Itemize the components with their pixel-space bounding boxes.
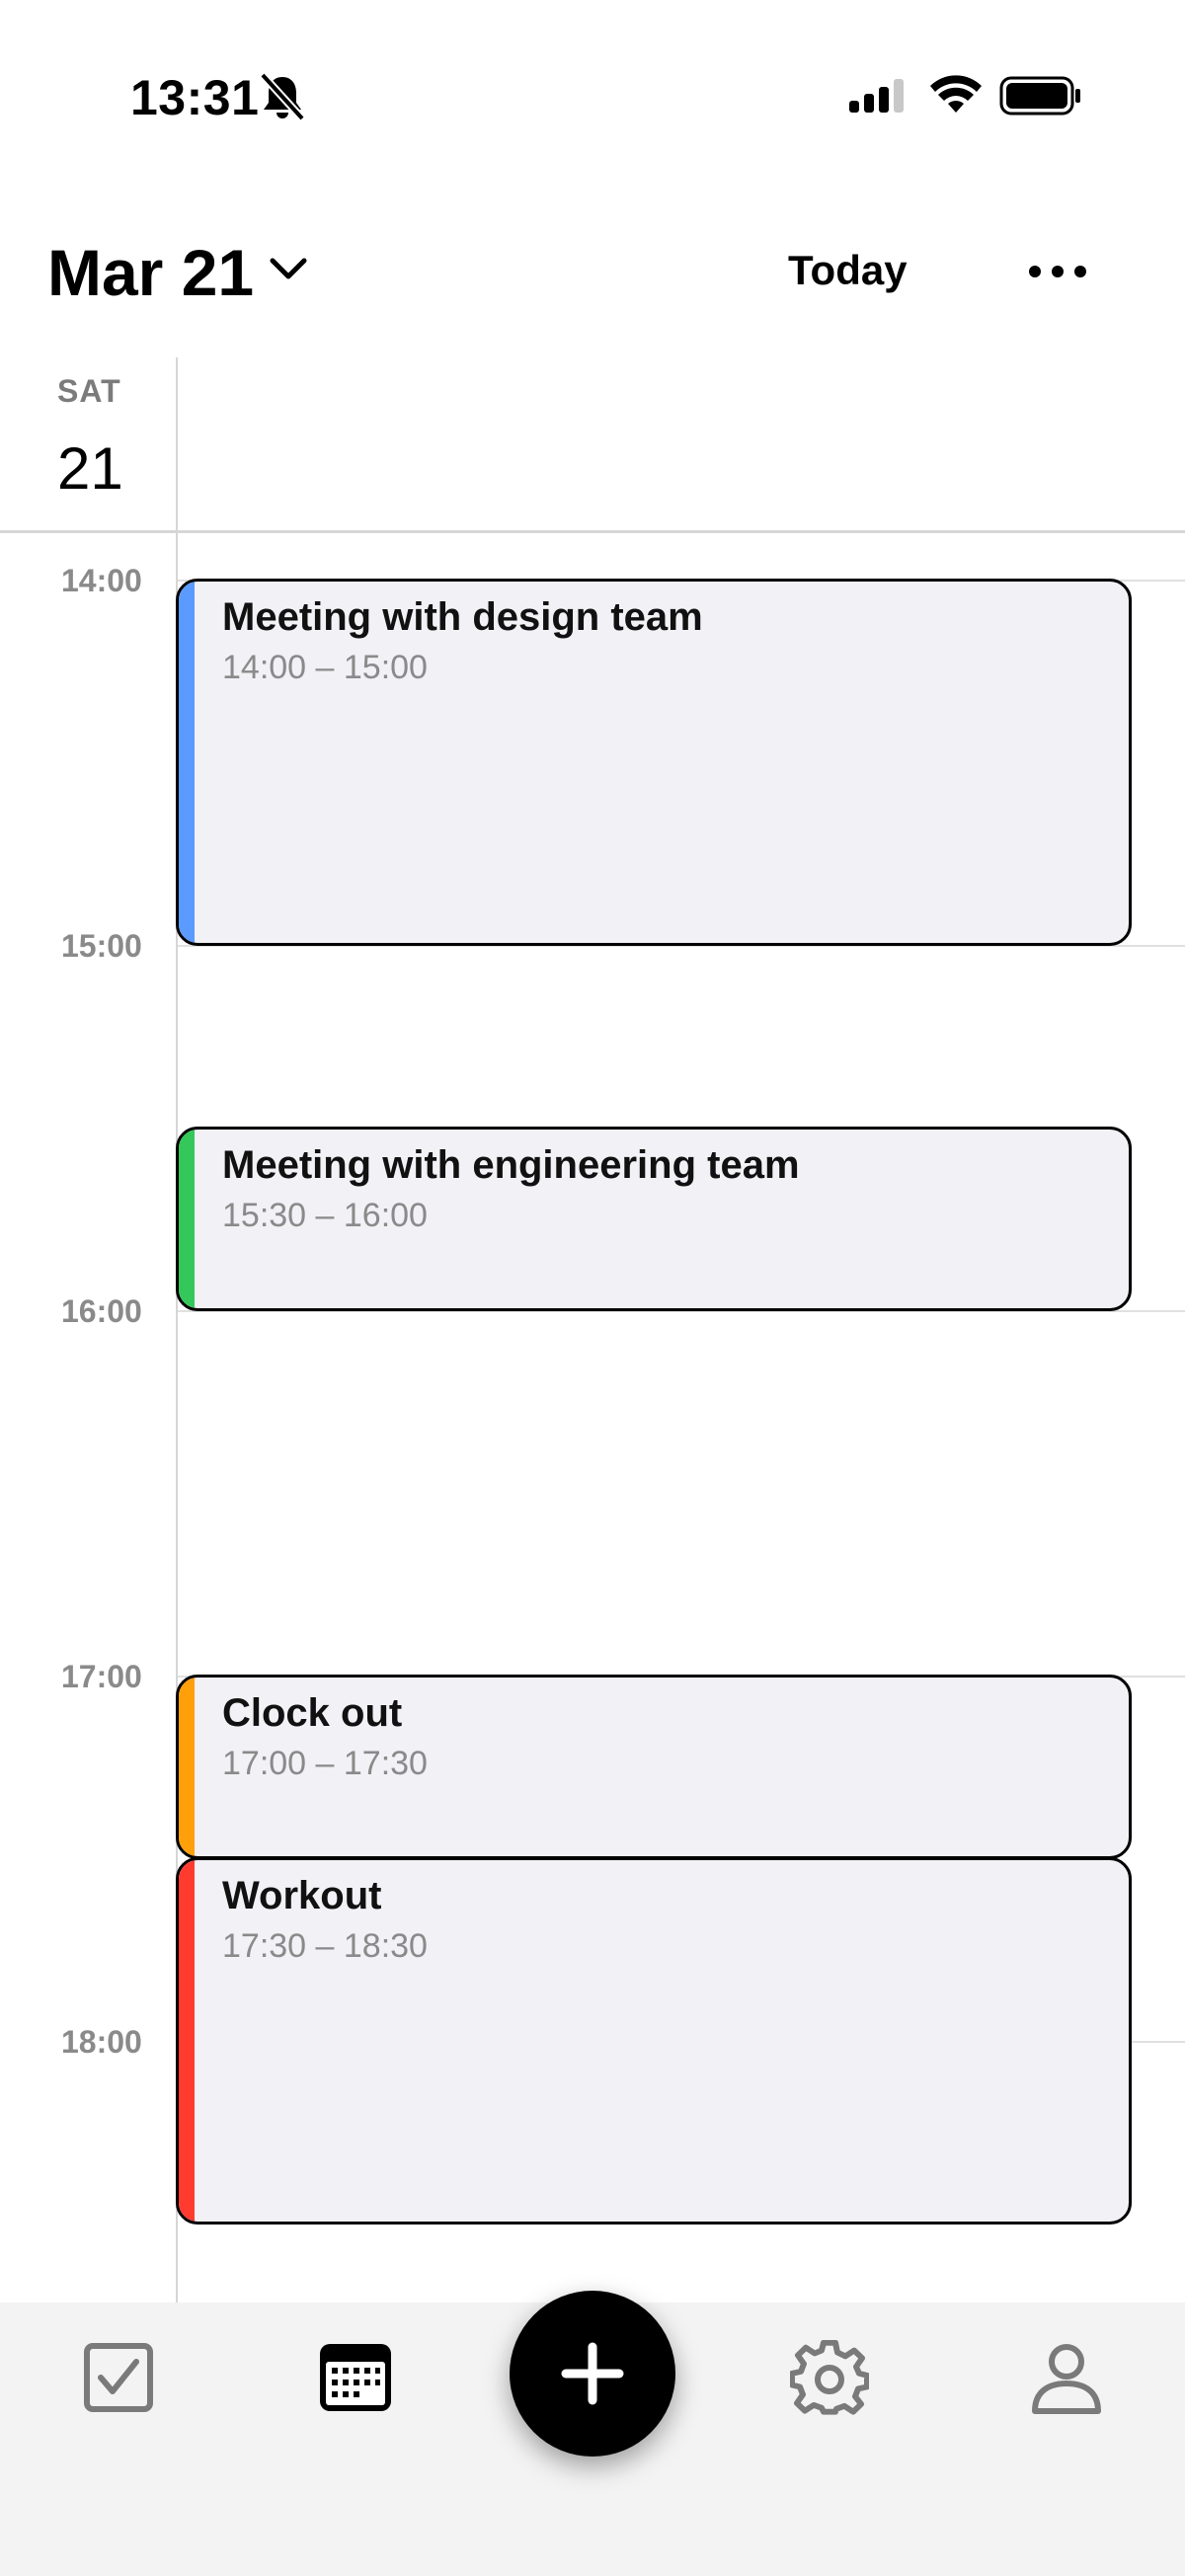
status-time: 13:31 — [130, 70, 260, 125]
event-color-stripe — [179, 582, 195, 943]
event-title: Workout — [222, 1874, 382, 1917]
chevron-down-icon[interactable] — [269, 253, 308, 284]
day-number[interactable]: 21 — [57, 434, 123, 503]
header-date-title[interactable]: Mar 21 — [47, 235, 254, 310]
event-time: 15:30 – 16:00 — [222, 1197, 428, 1234]
event-color-stripe — [179, 1130, 195, 1308]
hour-label: 17:00 — [61, 1659, 142, 1694]
event-title: Meeting with engineering team — [222, 1143, 800, 1187]
event-title: Clock out — [222, 1691, 403, 1735]
settings-icon[interactable] — [790, 2340, 869, 2419]
bell-slash-icon — [260, 72, 305, 121]
hour-label: 14:00 — [61, 563, 142, 598]
add-icon — [561, 2342, 624, 2405]
event-meeting-engineering-team[interactable]: Meeting with engineering team 15:30 – 16… — [176, 1127, 1132, 1311]
calendar-icon[interactable] — [316, 2338, 395, 2417]
cellular-signal-icon — [849, 79, 904, 113]
event-time: 17:00 – 17:30 — [222, 1745, 428, 1782]
event-workout[interactable]: Workout 17:30 – 18:30 — [176, 1857, 1132, 2225]
day-of-week: SAT — [57, 373, 121, 409]
event-time: 17:30 – 18:30 — [222, 1927, 428, 1965]
more-options-icon[interactable] — [1023, 252, 1092, 291]
hour-label: 18:00 — [61, 2024, 142, 2060]
event-color-stripe — [179, 1678, 195, 1856]
hour-label: 15:00 — [61, 928, 142, 964]
hour-label: 16:00 — [61, 1293, 142, 1329]
wifi-icon — [930, 75, 982, 113]
event-title: Meeting with design team — [222, 595, 703, 639]
add-event-button[interactable] — [510, 2291, 675, 2457]
tasks-icon[interactable] — [79, 2338, 158, 2417]
event-clock-out[interactable]: Clock out 17:00 – 17:30 — [176, 1675, 1132, 1859]
event-color-stripe — [179, 1860, 195, 2222]
event-meeting-design-team[interactable]: Meeting with design team 14:00 – 15:00 — [176, 579, 1132, 946]
profile-icon[interactable] — [1027, 2338, 1106, 2417]
event-time: 14:00 – 15:00 — [222, 649, 428, 686]
today-button[interactable]: Today — [788, 247, 908, 294]
header-divider — [0, 530, 1185, 533]
battery-icon — [999, 76, 1080, 116]
